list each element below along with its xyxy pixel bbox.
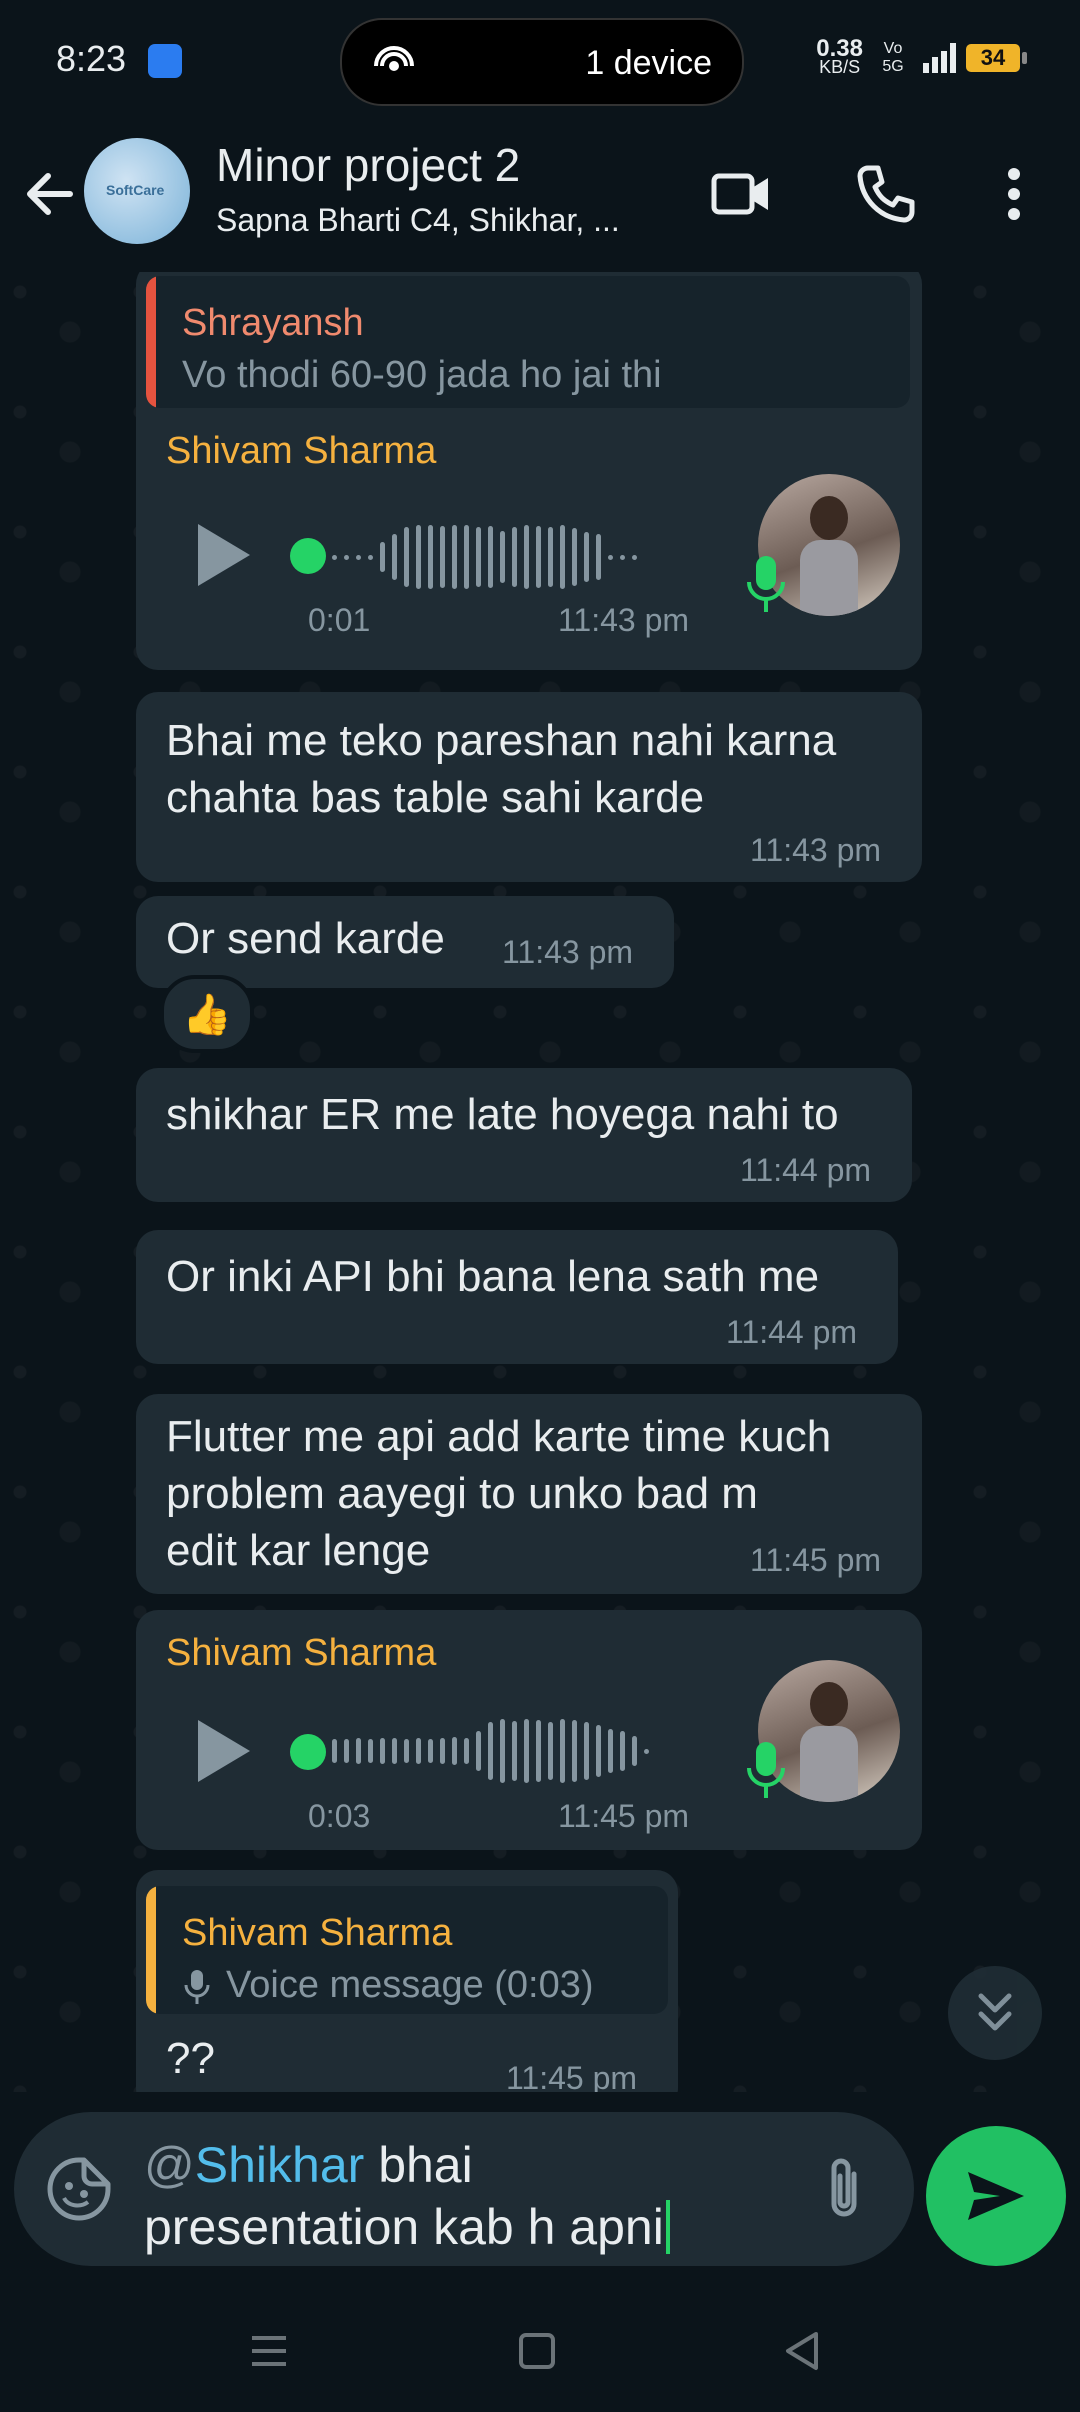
message-time: 11:45 pm <box>558 1798 690 1834</box>
quote-bar <box>146 276 156 408</box>
chat-header: SoftCare Minor project 2 Sapna Bharti C4… <box>0 124 1080 272</box>
message-bubble[interactable]: Flutter me api add karte time kuch proble… <box>136 1394 922 1594</box>
quoted-message[interactable]: Shivam Sharma Voice message (0:03) <box>146 1886 668 2014</box>
more-options-icon[interactable] <box>982 162 1046 226</box>
voice-duration: 0:01 <box>308 602 371 638</box>
voice-message-bubble[interactable]: Shivam Sharma 0:03 11:45 pm <box>136 1610 922 1850</box>
message-time: 11:43 pm <box>750 832 882 868</box>
quoted-message[interactable]: Shrayansh Vo thodi 60-90 jada ho jai thi <box>146 276 910 408</box>
quote-sender: Shivam Sharma <box>182 1912 453 1954</box>
voice-message-bubble[interactable]: Shrayansh Vo thodi 60-90 jada ho jai thi… <box>136 272 922 670</box>
voice-progress-handle[interactable] <box>290 1734 326 1770</box>
reaction-emoji[interactable]: 👍 <box>160 975 254 1053</box>
message-compose-bar: @Shikhar bhai presentation kab h apni <box>14 2112 914 2266</box>
scroll-to-bottom-button[interactable] <box>948 1966 1042 2060</box>
app-notification-icon <box>148 44 182 78</box>
double-chevron-down-icon <box>978 1993 1012 2031</box>
text-cursor <box>665 2200 670 2254</box>
group-avatar[interactable]: SoftCare <box>84 138 190 244</box>
message-text: Bhai me teko pareshan nahi karna chahta b… <box>166 716 837 822</box>
voice-duration: 0:03 <box>308 1798 371 1834</box>
hotspot-icon <box>374 46 414 71</box>
net-speed: 0.38 KB/S <box>816 35 863 77</box>
message-time: 11:45 pm <box>750 1542 882 1578</box>
chat-title[interactable]: Minor project 2 <box>216 138 520 192</box>
status-time: 8:23 <box>56 38 127 79</box>
voice-progress-handle[interactable] <box>290 538 326 574</box>
mic-icon <box>184 1970 210 2004</box>
quote-text: Vo thodi 60-90 jada ho jai thi <box>182 354 662 396</box>
play-icon[interactable] <box>194 1716 254 1786</box>
message-input[interactable]: @Shikhar bhai presentation kab h apni <box>144 2134 824 2258</box>
message-text: Or send karde <box>166 914 445 963</box>
message-time: 11:43 pm <box>558 602 690 638</box>
status-indicators: 0.38 KB/S Vo 5G 34 <box>816 35 1027 77</box>
quote-text: Voice message (0:03) <box>226 1964 594 2006</box>
status-bar: 8:23 1 device 0.38 KB/S Vo 5G 34 <box>0 0 1080 124</box>
mention-tag[interactable]: Shikhar <box>195 2137 365 2193</box>
device-count-label: 1 device <box>585 44 712 82</box>
message-time: 11:44 pm <box>740 1152 872 1188</box>
chat-participants[interactable]: Sapna Bharti C4, Shikhar, ... <box>216 202 676 239</box>
signal-icon <box>923 43 956 73</box>
message-bubble[interactable]: shikhar ER me late hoyega nahi to 11:44 … <box>136 1068 912 1202</box>
message-time: 11:45 pm <box>506 2060 638 2092</box>
sender-name[interactable]: Shivam Sharma <box>166 430 436 473</box>
message-bubble[interactable]: Shivam Sharma Voice message (0:03) ?? 11… <box>136 1870 678 2092</box>
send-icon <box>968 2172 1024 2220</box>
voice-waveform[interactable] <box>332 522 637 592</box>
home-square-icon[interactable] <box>512 2326 562 2376</box>
voice-waveform[interactable] <box>332 1716 649 1786</box>
attachment-icon[interactable] <box>814 2154 874 2224</box>
message-list[interactable]: Shrayansh Vo thodi 60-90 jada ho jai thi… <box>0 272 1080 2092</box>
message-text: shikhar ER me late hoyega nahi to <box>166 1090 839 1139</box>
sticker-emoji-icon[interactable] <box>44 2154 114 2224</box>
system-nav-bar <box>0 2290 1080 2412</box>
message-time: 11:44 pm <box>726 1314 858 1350</box>
message-bubble[interactable]: Bhai me teko pareshan nahi karna chahta b… <box>136 692 922 882</box>
battery-icon: 34 <box>966 44 1027 72</box>
message-text: Or inki API bhi bana lena sath me <box>166 1252 820 1301</box>
message-time: 11:43 pm <box>502 934 634 970</box>
hotspot-pill[interactable]: 1 device <box>340 18 744 106</box>
send-button[interactable] <box>926 2126 1066 2266</box>
quote-bar <box>146 1886 156 2014</box>
recents-menu-icon[interactable] <box>244 2326 294 2376</box>
message-text: Flutter me api add karte time kuch proble… <box>166 1412 832 1575</box>
back-arrow-icon[interactable] <box>20 164 80 224</box>
play-icon[interactable] <box>194 520 254 590</box>
voice-call-icon[interactable] <box>854 162 918 226</box>
back-triangle-icon[interactable] <box>778 2326 828 2376</box>
message-bubble[interactable]: Or inki API bhi bana lena sath me 11:44 … <box>136 1230 898 1364</box>
sender-name[interactable]: Shivam Sharma <box>166 1632 436 1675</box>
video-call-icon[interactable] <box>710 162 774 226</box>
mic-icon <box>747 556 785 612</box>
quote-sender: Shrayansh <box>182 302 364 344</box>
mic-icon <box>747 1742 785 1798</box>
message-text: ?? <box>166 2034 215 2083</box>
volte-indicator: Vo 5G <box>882 40 904 75</box>
